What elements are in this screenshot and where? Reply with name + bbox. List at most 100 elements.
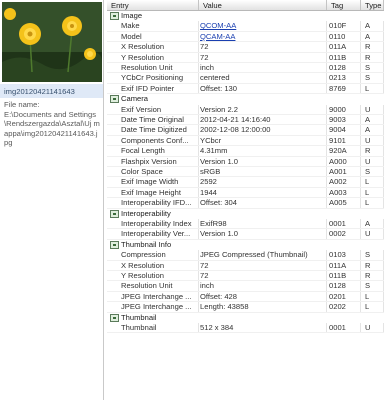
value-cell: Version 1.0 (199, 156, 327, 166)
table-row[interactable]: Exif IFD Pointer Offset: 130 8769 L (107, 83, 384, 95)
group-label: Thumbnail (121, 312, 157, 322)
entry-cell: JPEG Interchange ... (121, 291, 199, 302)
value-cell: inch (199, 63, 327, 73)
table-row[interactable]: Model QCAM-AA 0110 A (107, 31, 384, 43)
value-link[interactable]: QCAM-AA (200, 32, 235, 41)
group-row[interactable]: Camera (107, 94, 384, 105)
column-header-entry[interactable]: Entry (107, 0, 199, 10)
table-row[interactable]: Exif Version Version 2.2 9000 U (107, 104, 384, 115)
table-row[interactable]: Interoperability Index ExifR98 0001 A (107, 219, 384, 230)
thumbnail-info-group-icon (110, 240, 119, 249)
table-row[interactable]: Resolution Unit inch 0128 S (107, 63, 384, 74)
tag-cell: A003 (327, 187, 361, 198)
value-cell: 4.31mm (199, 146, 327, 156)
tag-cell: 0128 (327, 63, 361, 73)
value-cell: Offset: 130 (199, 83, 327, 94)
tag-cell: 0002 (327, 229, 361, 239)
table-row[interactable]: X Resolution 72 011A R (107, 42, 384, 53)
table-row[interactable]: JPEG Interchange ... Length: 43858 0202 L (107, 302, 384, 313)
table-row[interactable]: Components Conf... YCbcr 9101 U (107, 135, 384, 147)
type-cell: R (361, 146, 384, 156)
table-row[interactable]: Compression JPEG Compressed (Thumbnail) 01… (107, 250, 384, 261)
table-row[interactable]: Interoperability Ver... Version 1.0 0002 U (107, 229, 384, 240)
table-row[interactable]: Make QCOM-AA 010F A (107, 21, 384, 32)
type-cell: A (361, 21, 384, 31)
camera-group-icon (110, 95, 119, 104)
group-row[interactable]: Thumbnail (107, 312, 384, 323)
column-header-type[interactable]: Type (361, 0, 384, 10)
tag-cell: 0201 (327, 291, 361, 302)
entry-cell: Date Time Digitized (121, 125, 199, 135)
image-caption: img20120421141643 (0, 84, 103, 98)
type-cell: R (361, 52, 384, 62)
file-name-label: File name: (4, 100, 40, 109)
tag-cell: 0202 (327, 302, 361, 312)
group-label: Camera (121, 94, 149, 104)
group-label: Image (121, 11, 143, 20)
tag-cell: 011B (327, 271, 361, 281)
file-info: File name: E:\Documents and Settings\Ren… (4, 100, 101, 148)
entry-cell: Interoperability IFD... (121, 198, 199, 208)
entry-cell: Components Conf... (121, 135, 199, 146)
table-row[interactable]: Interoperability IFD... Offset: 304 A005 L (107, 198, 384, 209)
table-row[interactable]: Y Resolution 72 011B R (107, 52, 384, 63)
table-row[interactable]: Focal Length 4.31mm 920A R (107, 146, 384, 157)
type-cell: L (361, 177, 384, 187)
value-cell: 72 (199, 42, 327, 52)
value-cell: ExifR98 (199, 219, 327, 229)
type-cell: R (361, 42, 384, 52)
table-row[interactable]: Thumbnail 512 x 384 0001 U (107, 323, 384, 334)
table-row[interactable]: Date Time Digitized 2002-12-08 12:00:00 90… (107, 125, 384, 136)
type-cell: S (361, 73, 384, 83)
table-row[interactable]: YCbCr Positioning centered 0213 S (107, 73, 384, 84)
tag-cell: 9004 (327, 125, 361, 135)
entry-cell: Resolution Unit (121, 281, 199, 291)
file-panel: img20120421141643 File name: E:\Document… (0, 0, 104, 400)
type-cell: L (361, 83, 384, 94)
column-header-value[interactable]: Value (199, 0, 327, 10)
tag-cell: 0103 (327, 250, 361, 260)
value-cell: 2012-04-21 14:16:40 (199, 115, 327, 125)
tag-cell: 0001 (327, 219, 361, 229)
type-cell: U (361, 229, 384, 239)
table-row[interactable]: Exif Image Width 2592 A002 L (107, 177, 384, 188)
group-row[interactable]: Thumbnail Info (107, 239, 384, 251)
entry-cell: Compression (121, 250, 199, 260)
entry-cell: Focal Length (121, 146, 199, 156)
table-row[interactable]: Date Time Original 2012-04-21 14:16:40 900… (107, 115, 384, 126)
group-row[interactable]: Image (107, 11, 384, 22)
value-cell: YCbcr (199, 135, 327, 146)
entry-cell: X Resolution (121, 42, 199, 52)
table-row[interactable]: Color Space sRGB A001 S (107, 167, 384, 178)
entry-cell: Exif Image Width (121, 177, 199, 187)
type-cell: L (361, 187, 384, 198)
table-row[interactable]: JPEG Interchange ... Offset: 428 0201 L (107, 291, 384, 303)
group-row[interactable]: Interoperability (107, 208, 384, 219)
group-label: Thumbnail Info (121, 239, 172, 249)
tag-cell: 011B (327, 52, 361, 62)
tag-cell: 011A (327, 260, 361, 270)
type-cell: A (361, 115, 384, 125)
entry-cell: Resolution Unit (121, 63, 199, 73)
column-header-tag[interactable]: Tag (327, 0, 361, 10)
value-cell: 2002-12-08 12:00:00 (199, 125, 327, 135)
tag-cell: 0128 (327, 281, 361, 291)
table-row[interactable]: X Resolution 72 011A R (107, 260, 384, 271)
type-cell: U (361, 104, 384, 114)
table-row[interactable]: Flashpix Version Version 1.0 A000 U (107, 156, 384, 167)
entry-cell: JPEG Interchange ... (121, 302, 199, 312)
table-row[interactable]: Resolution Unit inch 0128 S (107, 281, 384, 292)
value-cell: inch (199, 281, 327, 291)
value-cell: Offset: 428 (199, 291, 327, 302)
value-cell: 512 x 384 (199, 323, 327, 333)
type-cell: L (361, 302, 384, 312)
entry-cell: Date Time Original (121, 115, 199, 125)
value-cell: Version 2.2 (199, 104, 327, 114)
table-row[interactable]: Y Resolution 72 011B R (107, 271, 384, 282)
value-link[interactable]: QCOM-AA (200, 21, 236, 30)
photo-thumbnail[interactable] (2, 2, 102, 82)
dandelion-photo-image (2, 2, 102, 82)
tag-cell: A001 (327, 167, 361, 177)
tag-cell: 920A (327, 146, 361, 156)
table-row[interactable]: Exif Image Height 1944 A003 L (107, 187, 384, 199)
